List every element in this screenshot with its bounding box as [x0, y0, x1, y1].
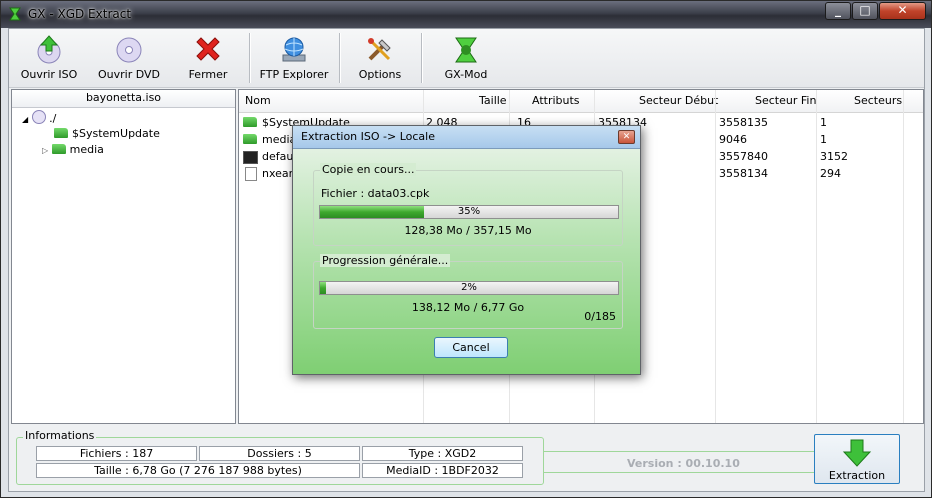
folder-icon: [51, 144, 66, 154]
column-name[interactable]: Nom: [245, 90, 271, 112]
decorative-line: [544, 472, 814, 473]
iso-name-header: bayonetta.iso: [12, 90, 235, 108]
row-end-sector: 3557840: [719, 150, 768, 163]
row-sectors: 1: [820, 116, 827, 129]
ftp-explorer-button[interactable]: FTP Explorer: [255, 31, 333, 85]
general-progress-group: Progression générale... 2% 138,12 Mo / 6…: [313, 254, 623, 329]
media-id: MediaID : 1BDF2032: [362, 463, 523, 478]
close-file-label: Fermer: [188, 68, 228, 81]
toolbar-separator: [249, 33, 251, 83]
file-icon: [245, 167, 257, 181]
open-dvd-label: Ouvrir DVD: [97, 68, 160, 81]
maximize-button[interactable]: □: [852, 2, 878, 20]
toolbar-separator: [421, 33, 423, 83]
row-end-sector: 3558134: [719, 167, 768, 180]
disc-icon: [31, 110, 46, 124]
executable-icon: [243, 151, 258, 164]
column-start-sector[interactable]: Secteur Début: [639, 90, 718, 112]
cancel-button[interactable]: Cancel: [434, 337, 508, 358]
general-progress-bar: 2%: [319, 281, 619, 295]
row-sectors: 294: [820, 167, 841, 180]
extraction-button[interactable]: Extraction: [814, 434, 900, 484]
open-iso-button[interactable]: Ouvrir ISO: [13, 31, 85, 85]
minimize-button[interactable]: _: [825, 2, 851, 20]
folder-icon: [243, 116, 261, 129]
general-group-label: Progression générale...: [320, 254, 451, 267]
gx-logo-icon: [455, 37, 477, 63]
expand-arrow-icon[interactable]: ▷: [42, 146, 48, 155]
folders-count: Dossiers : 5: [199, 446, 360, 461]
toolbar: Ouvrir ISO Ouvrir DVD Fermer FTP Explore…: [9, 29, 924, 88]
disc-upload-icon: [37, 35, 61, 64]
column-end-sector[interactable]: Secteur Fin: [755, 90, 816, 112]
decorative-line: [544, 451, 814, 452]
dialog-close-button[interactable]: ✕: [618, 130, 635, 144]
open-iso-label: Ouvrir ISO: [20, 68, 78, 81]
general-progress-percent: 2%: [461, 282, 477, 293]
column-size[interactable]: Taille: [479, 90, 507, 112]
files-count: Fichiers : 187: [36, 446, 197, 461]
media-type: Type : XGD2: [362, 446, 523, 461]
options-button[interactable]: Options: [345, 31, 415, 85]
dialog-title-bar[interactable]: Extraction ISO -> Locale ✕: [293, 126, 640, 149]
current-file-label: Fichier : data03.cpk: [321, 187, 430, 200]
folder-icon: [54, 128, 68, 138]
row-end-sector: 9046: [719, 133, 747, 146]
information-legend: Informations: [23, 429, 97, 442]
tools-icon: [368, 38, 391, 61]
folder-icon: [243, 133, 261, 146]
file-progress-sizes: 128,38 Mo / 357,15 Mo: [404, 224, 532, 237]
green-down-arrow-icon: [842, 439, 872, 467]
list-header: Nom Taille Attributs Secteur Début Secte…: [239, 90, 923, 113]
column-grid-line: [903, 90, 904, 423]
column-grid-line: [715, 90, 716, 423]
tree-root[interactable]: ◢ ./: [22, 110, 56, 125]
window-title: GX - XGD Extract: [28, 7, 132, 21]
dialog-title: Extraction ISO -> Locale: [301, 130, 435, 143]
copy-group: Copie en cours... Fichier : data03.cpk 3…: [313, 163, 623, 246]
extraction-label: Extraction: [828, 469, 886, 482]
globe-network-icon: [282, 37, 306, 62]
ftp-explorer-label: FTP Explorer: [259, 68, 329, 81]
collapse-arrow-icon[interactable]: ◢: [22, 115, 28, 124]
extraction-progress-dialog: Extraction ISO -> Locale ✕ Copie en cour…: [292, 125, 641, 375]
file-progress-bar: 35%: [319, 205, 619, 219]
close-file-button[interactable]: Fermer: [177, 31, 239, 85]
options-label: Options: [358, 68, 402, 81]
gx-mod-button[interactable]: GX-Mod: [429, 31, 503, 85]
row-sectors: 3152: [820, 150, 848, 163]
disc-icon: [116, 37, 142, 63]
tree-item-systemupdate[interactable]: $SystemUpdate: [54, 127, 160, 140]
information-group: Informations Fichiers : 187 Dossiers : 5…: [16, 429, 544, 485]
toolbar-separator: [339, 33, 341, 83]
red-x-icon: [196, 37, 220, 61]
tree-item-label: media: [69, 143, 104, 156]
open-dvd-button[interactable]: Ouvrir DVD: [93, 31, 165, 85]
file-counter: 0/185: [584, 310, 616, 323]
version-label: Version : 00.10.10: [627, 457, 740, 470]
app-icon: [9, 7, 21, 21]
title-bar[interactable]: GX - XGD Extract _ □ ✕: [1, 1, 931, 28]
row-sectors: 1: [820, 133, 827, 146]
tree-root-label: ./: [49, 112, 57, 125]
general-progress-sizes: 138,12 Mo / 6,77 Go: [411, 301, 525, 314]
row-end-sector: 3558135: [719, 116, 768, 129]
column-sectors[interactable]: Secteurs: [854, 90, 902, 112]
column-grid-line: [816, 90, 817, 423]
file-progress-percent: 35%: [457, 206, 481, 217]
close-window-button[interactable]: ✕: [879, 2, 926, 20]
gx-mod-label: GX-Mod: [444, 68, 488, 81]
folder-tree[interactable]: bayonetta.iso ◢ ./ $SystemUpdate ▷ media: [11, 89, 236, 424]
tree-item-media[interactable]: ▷ media: [42, 143, 104, 156]
app-window: GX - XGD Extract _ □ ✕ Ouvrir ISO Ouvrir…: [0, 0, 932, 498]
total-size: Taille : 6,78 Go (7 276 187 988 bytes): [36, 463, 360, 478]
column-attributes[interactable]: Attributs: [532, 90, 580, 112]
copy-group-label: Copie en cours...: [320, 163, 417, 176]
tree-item-label: $SystemUpdate: [72, 127, 160, 140]
